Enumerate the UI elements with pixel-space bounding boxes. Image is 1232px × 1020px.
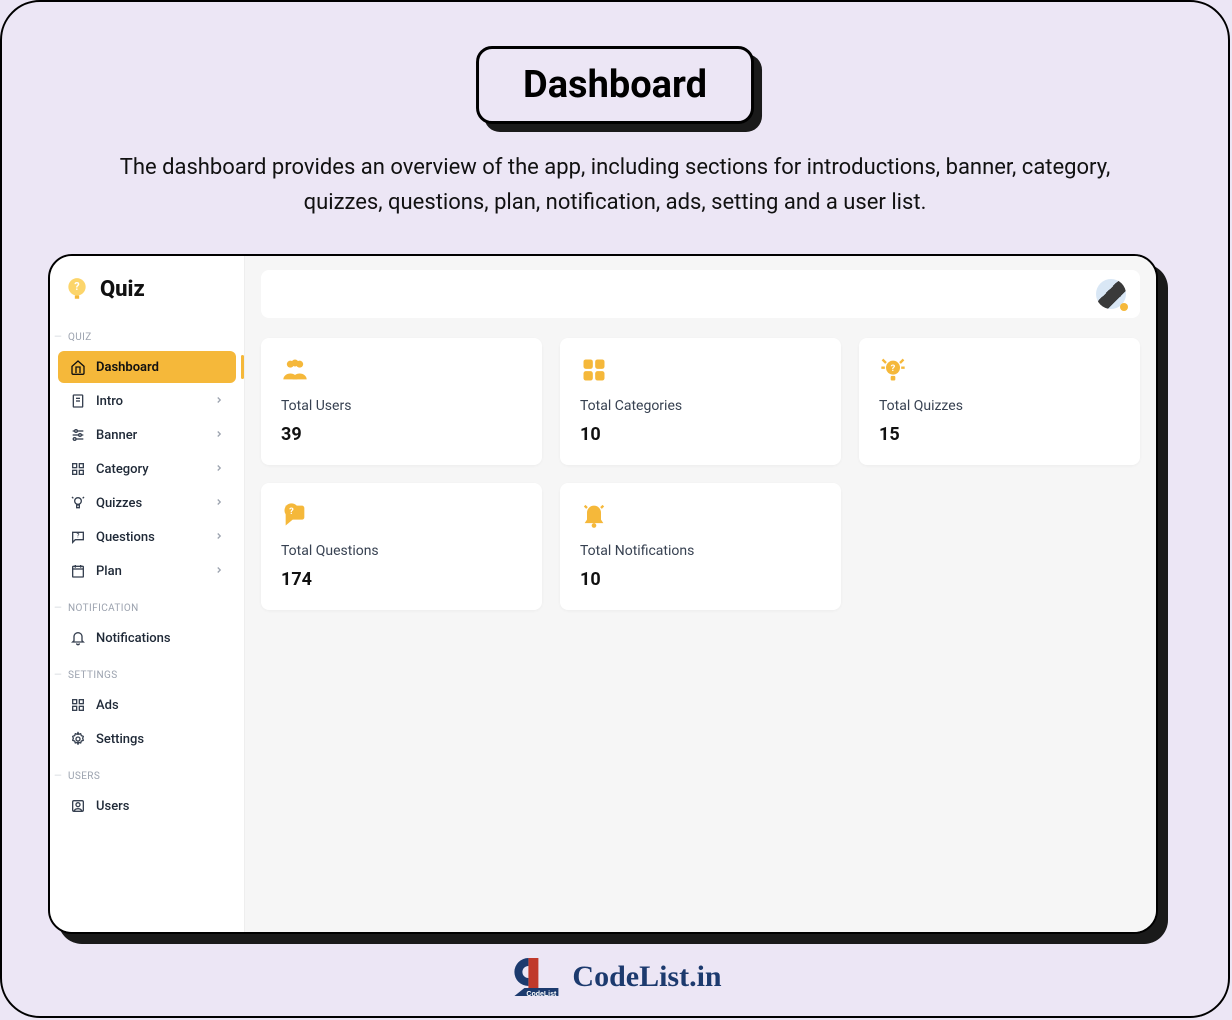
- stat-value: 10: [580, 569, 821, 590]
- stat-value: 174: [281, 569, 522, 590]
- sidebar-item-label: Dashboard: [96, 360, 159, 375]
- page-title: Dashboard: [476, 46, 754, 124]
- brand-name: Quiz: [100, 277, 145, 302]
- sidebar-item-label: Banner: [96, 428, 137, 443]
- sidebar-item-banner[interactable]: Banner: [58, 419, 236, 451]
- stat-card-categories[interactable]: Total Categories 10: [560, 338, 841, 465]
- grid-icon: [580, 356, 821, 388]
- sidebar-item-dashboard[interactable]: Dashboard: [58, 351, 236, 383]
- sidebar-item-category[interactable]: Category: [58, 453, 236, 485]
- calendar-icon: [70, 563, 86, 579]
- sidebar-item-settings[interactable]: Settings: [58, 723, 236, 755]
- section-label-quiz: QUIZ: [50, 318, 244, 349]
- users-icon: [281, 356, 522, 388]
- sidebar-item-users[interactable]: Users: [58, 790, 236, 822]
- svg-text:?: ?: [289, 506, 294, 517]
- document-icon: [70, 393, 86, 409]
- chat-icon: ?: [70, 529, 86, 545]
- sidebar-item-label: Plan: [96, 564, 122, 579]
- sidebar-item-label: Quizzes: [96, 496, 142, 511]
- lightbulb-icon: ?: [64, 276, 90, 302]
- sidebar-item-label: Ads: [96, 698, 119, 713]
- sidebar-item-label: Users: [96, 799, 129, 814]
- sidebar-item-quizzes[interactable]: Quizzes: [58, 487, 236, 519]
- sidebar-item-label: Notifications: [96, 631, 171, 646]
- stat-label: Total Categories: [580, 398, 821, 414]
- sidebar-item-questions[interactable]: ? Questions: [58, 521, 236, 553]
- sidebar-item-label: Category: [96, 462, 149, 477]
- lightbulb-icon: [70, 495, 86, 511]
- page-frame: Dashboard The dashboard provides an over…: [0, 0, 1230, 1018]
- sidebar-item-label: Settings: [96, 732, 144, 747]
- chevron-right-icon: [214, 428, 224, 443]
- stat-card-quizzes[interactable]: ? Total Quizzes 15: [859, 338, 1140, 465]
- watermark-text: CodeList.in: [572, 960, 721, 994]
- bell-icon: [580, 501, 821, 533]
- brand-row: ? Quiz: [50, 270, 244, 318]
- stat-value: 39: [281, 424, 522, 445]
- codelist-logo-icon: CodeList: [508, 956, 564, 998]
- stat-label: Total Notifications: [580, 543, 821, 559]
- page-subtitle: The dashboard provides an overview of th…: [115, 150, 1115, 220]
- section-label-notification: NOTIFICATION: [50, 589, 244, 620]
- user-icon: [70, 798, 86, 814]
- chevron-right-icon: [214, 462, 224, 477]
- stat-card-questions[interactable]: ? Total Questions 174: [261, 483, 542, 610]
- stat-label: Total Users: [281, 398, 522, 414]
- stats-grid: Total Users 39 Total Categories 10 ? Tot…: [261, 338, 1140, 610]
- topbar: [261, 270, 1140, 318]
- svg-text:CodeList: CodeList: [526, 991, 557, 998]
- section-label-settings: SETTINGS: [50, 656, 244, 687]
- sidebar-item-label: Intro: [96, 394, 123, 409]
- home-icon: [70, 359, 86, 375]
- sidebar-item-ads[interactable]: Ads: [58, 689, 236, 721]
- gear-icon: [70, 731, 86, 747]
- section-label-users: USERS: [50, 757, 244, 788]
- bell-icon: [70, 630, 86, 646]
- avatar[interactable]: [1096, 279, 1126, 309]
- chevron-right-icon: [214, 530, 224, 545]
- stat-value: 15: [879, 424, 1120, 445]
- lightbulb-icon: ?: [879, 356, 1120, 388]
- sliders-icon: [70, 427, 86, 443]
- chevron-right-icon: [214, 394, 224, 409]
- svg-text:?: ?: [74, 280, 79, 293]
- svg-text:?: ?: [77, 533, 80, 540]
- svg-text:?: ?: [891, 363, 896, 374]
- sidebar-item-label: Questions: [96, 530, 155, 545]
- chat-icon: ?: [281, 501, 522, 533]
- grid-icon: [70, 697, 86, 713]
- stat-card-notifications[interactable]: Total Notifications 10: [560, 483, 841, 610]
- watermark: CodeList CodeList.in: [508, 956, 721, 998]
- chevron-right-icon: [214, 564, 224, 579]
- chevron-right-icon: [214, 496, 224, 511]
- app-window: ? Quiz QUIZ Dashboard Intro: [48, 254, 1158, 934]
- sidebar-item-plan[interactable]: Plan: [58, 555, 236, 587]
- sidebar-item-notifications[interactable]: Notifications: [58, 622, 236, 654]
- sidebar-item-intro[interactable]: Intro: [58, 385, 236, 417]
- sidebar: ? Quiz QUIZ Dashboard Intro: [50, 256, 245, 932]
- stat-card-users[interactable]: Total Users 39: [261, 338, 542, 465]
- grid-icon: [70, 461, 86, 477]
- stat-label: Total Questions: [281, 543, 522, 559]
- stat-label: Total Quizzes: [879, 398, 1120, 414]
- main-content: Total Users 39 Total Categories 10 ? Tot…: [245, 256, 1156, 932]
- stat-value: 10: [580, 424, 821, 445]
